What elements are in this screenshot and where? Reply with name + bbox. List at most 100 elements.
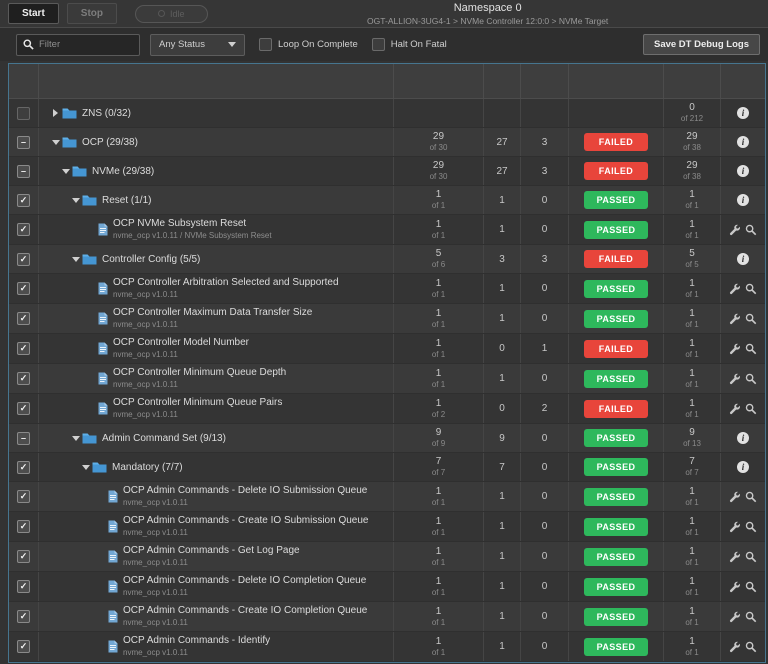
row-checkbox[interactable]: ✓ [17, 282, 30, 295]
inspect-magnifier-icon[interactable] [745, 403, 757, 415]
directed-test-cell[interactable]: OCP Controller Model Number nvme_ocp v1.… [39, 334, 394, 363]
directed-test-cell[interactable]: OCP Admin Commands - Delete IO Completio… [39, 572, 394, 601]
column-header[interactable] [394, 64, 484, 98]
status-cell: PASSED [569, 662, 664, 663]
column-header[interactable] [664, 64, 721, 98]
expand-arrow[interactable] [49, 140, 62, 145]
info-icon[interactable]: i [737, 107, 749, 119]
loop-on-complete-checkbox[interactable]: Loop On Complete [259, 38, 358, 51]
column-header[interactable] [9, 64, 39, 98]
inspect-magnifier-icon[interactable] [745, 224, 757, 236]
row-checkbox[interactable]: – [17, 432, 30, 445]
row-checkbox[interactable]: ✓ [17, 461, 30, 474]
row-checkbox[interactable]: – [17, 136, 30, 149]
directed-test-cell[interactable]: OCP NVMe Subsystem Reset nvme_ocp v1.0.1… [39, 215, 394, 244]
directed-test-cell[interactable]: OCP Identify Namespace - Optional Featur… [39, 662, 394, 663]
start-button[interactable]: Start [8, 3, 59, 24]
row-checkbox[interactable]: ✓ [17, 580, 30, 593]
expand-arrow[interactable] [69, 436, 82, 441]
row-checkbox[interactable]: ✓ [17, 342, 30, 355]
inspect-magnifier-icon[interactable] [745, 611, 757, 623]
directed-test-cell[interactable]: OCP Controller Minimum Queue Pairs nvme_… [39, 394, 394, 423]
column-header[interactable] [39, 64, 394, 98]
directed-test-cell[interactable]: OCP Controller Minimum Queue Depth nvme_… [39, 364, 394, 393]
stop-button[interactable]: Stop [67, 3, 117, 24]
table-row: ✓ OCP Admin Commands - Create IO Submiss… [9, 512, 765, 542]
directed-test-cell[interactable]: NVMe (29/38) [39, 157, 394, 185]
info-icon[interactable]: i [737, 194, 749, 206]
halt-on-fatal-checkbox[interactable]: Halt On Fatal [372, 38, 447, 51]
row-checkbox[interactable]: ✓ [17, 194, 30, 207]
configure-wrench-icon[interactable] [729, 491, 741, 503]
expand-arrow[interactable] [69, 257, 82, 262]
row-checkbox[interactable]: ✓ [17, 402, 30, 415]
directed-test-cell[interactable]: OCP Admin Commands - Create IO Completio… [39, 602, 394, 631]
row-checkbox[interactable]: ✓ [17, 312, 30, 325]
row-checkbox[interactable]: ✓ [17, 640, 30, 653]
configure-wrench-icon[interactable] [729, 611, 741, 623]
row-checkbox[interactable]: ✓ [17, 253, 30, 266]
inspect-magnifier-icon[interactable] [745, 551, 757, 563]
pass-count-cell: 9 [484, 424, 521, 452]
directed-test-cell[interactable]: Reset (1/1) [39, 186, 394, 214]
inspect-magnifier-icon[interactable] [745, 373, 757, 385]
directed-test-cell[interactable]: Mandatory (7/7) [39, 453, 394, 481]
directed-test-cell[interactable]: OCP Admin Commands - Delete IO Submissio… [39, 482, 394, 511]
directed-test-cell[interactable]: OCP Controller Arbitration Selected and … [39, 274, 394, 303]
configure-wrench-icon[interactable] [729, 403, 741, 415]
directed-test-cell[interactable]: ZNS (0/32) [39, 99, 394, 127]
status-cell: PASSED [569, 632, 664, 661]
directed-test-cell[interactable]: Controller Config (5/5) [39, 245, 394, 273]
info-icon[interactable]: i [737, 136, 749, 148]
inspect-magnifier-icon[interactable] [745, 581, 757, 593]
row-checkbox[interactable]: ✓ [17, 490, 30, 503]
supported-by-device-cell: 1of 1 [394, 304, 484, 333]
filter-box[interactable] [16, 34, 140, 56]
configure-wrench-icon[interactable] [729, 343, 741, 355]
top-toolbar: Start Stop Idle Namespace 0 OGT-ALLION-3… [0, 0, 768, 27]
status-filter-value: Any Status [159, 39, 205, 50]
directed-test-cell[interactable]: OCP Admin Commands - Create IO Submissio… [39, 512, 394, 541]
row-checkbox[interactable] [17, 107, 30, 120]
configure-wrench-icon[interactable] [729, 224, 741, 236]
info-icon[interactable]: i [737, 432, 749, 444]
directed-test-cell[interactable]: OCP Controller Maximum Data Transfer Siz… [39, 304, 394, 333]
column-header[interactable] [721, 64, 765, 98]
info-icon[interactable]: i [737, 253, 749, 265]
inspect-magnifier-icon[interactable] [745, 343, 757, 355]
row-checkbox[interactable]: ✓ [17, 223, 30, 236]
row-checkbox[interactable]: ✓ [17, 372, 30, 385]
info-icon[interactable]: i [737, 165, 749, 177]
column-header[interactable] [484, 64, 521, 98]
directed-test-cell[interactable]: OCP Admin Commands - Identify nvme_ocp v… [39, 632, 394, 661]
expand-arrow[interactable] [79, 465, 92, 470]
inspect-magnifier-icon[interactable] [745, 521, 757, 533]
configure-wrench-icon[interactable] [729, 581, 741, 593]
inspect-magnifier-icon[interactable] [745, 641, 757, 653]
inspect-magnifier-icon[interactable] [745, 283, 757, 295]
expand-arrow[interactable] [59, 169, 72, 174]
status-filter-select[interactable]: Any Status [150, 34, 245, 56]
row-checkbox[interactable]: ✓ [17, 550, 30, 563]
configure-wrench-icon[interactable] [729, 313, 741, 325]
column-header[interactable] [521, 64, 569, 98]
configure-wrench-icon[interactable] [729, 283, 741, 295]
info-icon[interactable]: i [737, 461, 749, 473]
directed-test-cell[interactable]: Admin Command Set (9/13) [39, 424, 394, 452]
configure-wrench-icon[interactable] [729, 521, 741, 533]
configure-wrench-icon[interactable] [729, 641, 741, 653]
expand-arrow[interactable] [69, 198, 82, 203]
column-header[interactable] [569, 64, 664, 98]
row-checkbox[interactable]: – [17, 165, 30, 178]
save-dt-debug-logs-button[interactable]: Save DT Debug Logs [643, 34, 760, 55]
row-checkbox[interactable]: ✓ [17, 610, 30, 623]
directed-test-cell[interactable]: OCP (29/38) [39, 128, 394, 156]
inspect-magnifier-icon[interactable] [745, 313, 757, 325]
configure-wrench-icon[interactable] [729, 551, 741, 563]
configure-wrench-icon[interactable] [729, 373, 741, 385]
filter-input[interactable] [39, 39, 133, 50]
inspect-magnifier-icon[interactable] [745, 491, 757, 503]
directed-test-cell[interactable]: OCP Admin Commands - Get Log Page nvme_o… [39, 542, 394, 571]
expand-arrow[interactable] [49, 109, 62, 117]
row-checkbox[interactable]: ✓ [17, 520, 30, 533]
